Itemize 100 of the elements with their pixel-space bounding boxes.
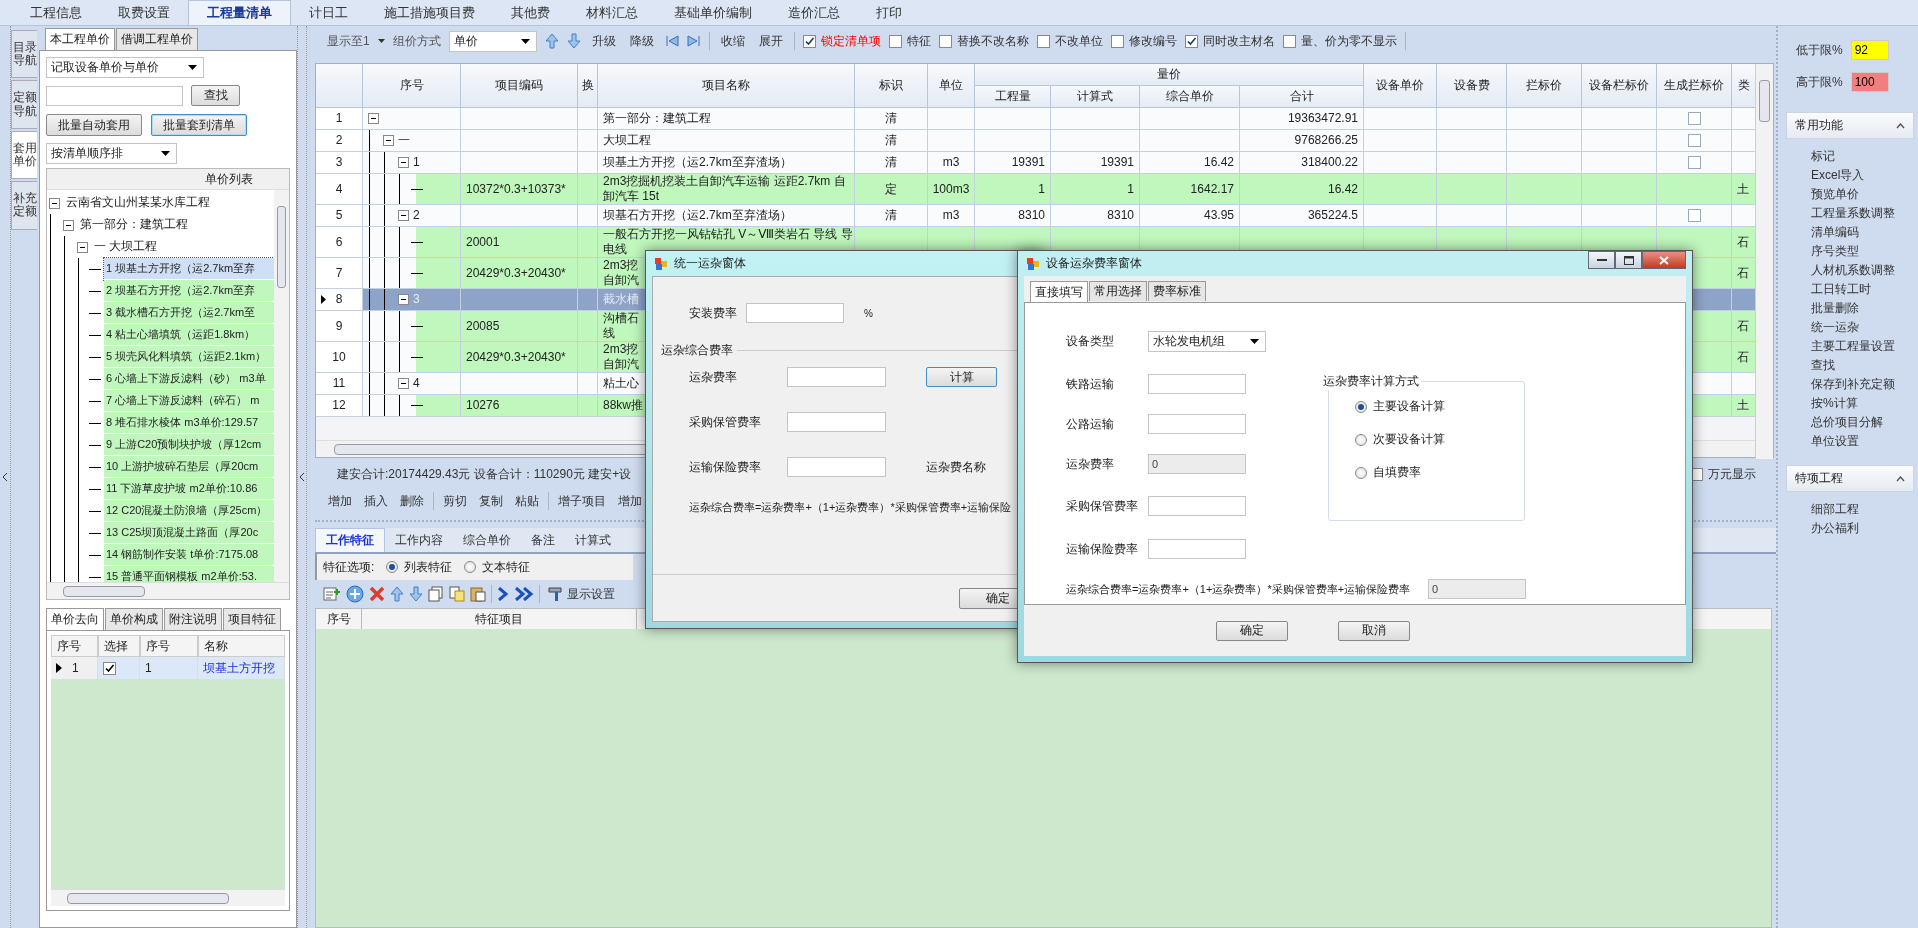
tree-item[interactable]: 6 心墙上下游反滤料（砂） m3单 (104, 368, 274, 390)
scrollbar[interactable] (47, 582, 289, 599)
function-link[interactable]: 标记 (1811, 147, 1914, 166)
function-link[interactable]: 总价项目分解 (1811, 413, 1914, 432)
menu-tab[interactable]: 施工措施项目费 (366, 0, 493, 25)
table-row[interactable]: 1 第一部分：建筑工程 清 19363472.91 (316, 108, 1755, 130)
tree-item[interactable]: 13 C25坝顶混凝土路面（厚20c (104, 522, 274, 544)
collapse-icon[interactable] (368, 113, 379, 124)
panel-tab[interactable]: 单价去向 (46, 608, 104, 630)
function-link[interactable]: 办公福利 (1811, 519, 1914, 538)
move-up-icon[interactable] (544, 33, 559, 49)
device-type-dropdown[interactable]: 水轮发电机组 (1148, 330, 1266, 352)
radio-option[interactable]: 次要设备计算 (1355, 431, 1524, 448)
tree-item[interactable]: 11 下游草皮护坡 m2单价:10.86 (104, 478, 274, 500)
lower-limit-field[interactable]: 92 (1850, 40, 1889, 60)
calculate-button[interactable]: 计算 (926, 367, 997, 387)
scrollbar[interactable] (274, 190, 289, 582)
collapse-icon[interactable] (77, 241, 88, 253)
toolbar-button[interactable]: 增加 (325, 492, 355, 510)
name-link[interactable]: 坝基土方开挖 (198, 657, 285, 679)
panel-tab[interactable]: 单价构成 (105, 608, 163, 630)
radio-option[interactable]: 主要设备计算 (1355, 398, 1524, 415)
checkbox-option[interactable]: 同时改主材名 (1184, 32, 1275, 50)
function-link[interactable]: 批量删除 (1811, 299, 1914, 318)
menu-tab[interactable]: 基础单价编制 (656, 0, 770, 25)
collapse-icon[interactable] (398, 157, 409, 168)
function-link[interactable]: 序号类型 (1811, 242, 1914, 261)
function-link[interactable]: 主要工程量设置 (1811, 337, 1914, 356)
chevron-right-icon[interactable] (497, 587, 509, 601)
table-row[interactable]: 2 一 大坝工程 清 9768266.25 (316, 130, 1755, 152)
menu-tab[interactable]: 工程信息 (12, 0, 100, 25)
last-icon[interactable] (686, 35, 701, 47)
function-link[interactable]: 查找 (1811, 356, 1914, 375)
rate-field[interactable] (787, 457, 886, 477)
tree-item[interactable]: 15 普通平面钢模板 m2单价:53. (104, 566, 274, 582)
collapse-icon[interactable] (49, 197, 60, 209)
chevron-icon[interactable] (1896, 475, 1905, 482)
checkbox[interactable] (1687, 134, 1701, 147)
tree-item[interactable]: 3 截水槽石方开挖（运2.7km至 (104, 302, 274, 324)
rate-field[interactable] (787, 367, 886, 387)
first-icon[interactable] (664, 35, 679, 47)
double-chevron-right-icon[interactable] (514, 587, 534, 601)
dialog-tab[interactable]: 常用选择 (1089, 281, 1147, 301)
paste-icon[interactable] (470, 586, 486, 602)
copy-icon[interactable] (449, 586, 465, 602)
dialog-tab[interactable]: 直接填写 (1030, 281, 1088, 302)
toolbar-button[interactable]: 删除 (397, 492, 427, 510)
tree-item[interactable]: 5 坝壳风化料填筑（运距2.1km） (104, 346, 274, 368)
dialog-tab[interactable]: 费率标准 (1148, 281, 1206, 301)
checkbox[interactable] (1687, 112, 1701, 125)
function-link[interactable]: 细部工程 (1811, 500, 1914, 519)
tree-item[interactable]: 1 坝基土方开挖（运2.7km至弃 (104, 258, 274, 280)
radio-option[interactable]: 自填费率 (1355, 464, 1524, 481)
checkbox-option[interactable]: 量、价为零不显示 (1282, 32, 1397, 50)
function-link[interactable]: 统一运杂 (1811, 318, 1914, 337)
section-header[interactable]: 常用功能 (1786, 112, 1914, 139)
copy-icon[interactable] (428, 586, 444, 602)
checkbox-option[interactable]: 特征 (888, 32, 931, 50)
section-header[interactable]: 特项工程 (1786, 465, 1914, 492)
scrollbar[interactable] (51, 889, 285, 906)
function-link[interactable]: 预览单价 (1811, 185, 1914, 204)
toolbar-button[interactable]: 增加 (615, 492, 645, 510)
tree-item[interactable]: 12 C20混凝土防浪墙（厚25cm） (104, 500, 274, 522)
toolbar-button[interactable]: 增子项目 (555, 492, 609, 510)
menu-tab[interactable]: 工程量清单 (188, 0, 291, 25)
price-mode-dropdown[interactable]: 记取设备单价与单价 (46, 57, 204, 78)
detail-tab[interactable]: 综合单价 (453, 528, 521, 552)
checkbox-option[interactable]: 替换不改名称 (938, 32, 1029, 50)
menu-tab[interactable]: 取费设置 (100, 0, 188, 25)
function-link[interactable]: Excel导入 (1811, 166, 1914, 185)
tree-item[interactable]: 7 心墙上下游反滤料（碎石） m (104, 390, 274, 412)
checkbox-option[interactable]: 不改单位 (1036, 32, 1103, 50)
checkbox[interactable] (1687, 156, 1701, 169)
collapse-icon[interactable] (398, 210, 409, 221)
radio-option[interactable]: 列表特征 (386, 558, 453, 576)
rate-field[interactable] (1148, 539, 1246, 559)
collapse-icon[interactable] (398, 378, 409, 389)
radio-option[interactable]: 文本特征 (464, 558, 531, 576)
dialog-button[interactable]: 确定 (1216, 620, 1288, 641)
function-link[interactable]: 按%计算 (1811, 394, 1914, 413)
table-row[interactable]: 3 1 坝基土方开挖（运2.7km至弃渣场） 清 m3 19391 19391 16.42 318400.22 (316, 152, 1755, 174)
detail-tab[interactable]: 计算式 (565, 528, 621, 552)
rate-field[interactable] (1148, 374, 1246, 394)
add-icon[interactable] (346, 585, 364, 603)
upper-limit-field[interactable]: 100 (1850, 72, 1889, 92)
function-link[interactable]: 人材机系数调整 (1811, 261, 1914, 280)
detail-tab[interactable]: 工作内容 (385, 528, 453, 552)
toolbar-button[interactable]: 展开 (755, 32, 786, 50)
tree-item[interactable]: 9 上游C20预制块护坡（厚12cm (104, 434, 274, 456)
batch-button[interactable]: 批量套到清单 (151, 114, 247, 136)
delete-icon[interactable] (369, 586, 385, 602)
table-row[interactable]: 1 1 坝基土方开挖 (51, 657, 285, 679)
toolbar-button[interactable]: 插入 (361, 492, 391, 510)
search-button[interactable]: 查找 (191, 85, 240, 106)
add-row-icon[interactable] (323, 586, 341, 602)
chevron-icon[interactable] (1896, 122, 1905, 129)
rate-field[interactable] (787, 412, 886, 432)
checkbox-option[interactable]: 修改编号 (1110, 32, 1177, 50)
batch-button[interactable]: 批量自动套用 (46, 114, 142, 136)
install-rate-field[interactable] (746, 303, 844, 323)
